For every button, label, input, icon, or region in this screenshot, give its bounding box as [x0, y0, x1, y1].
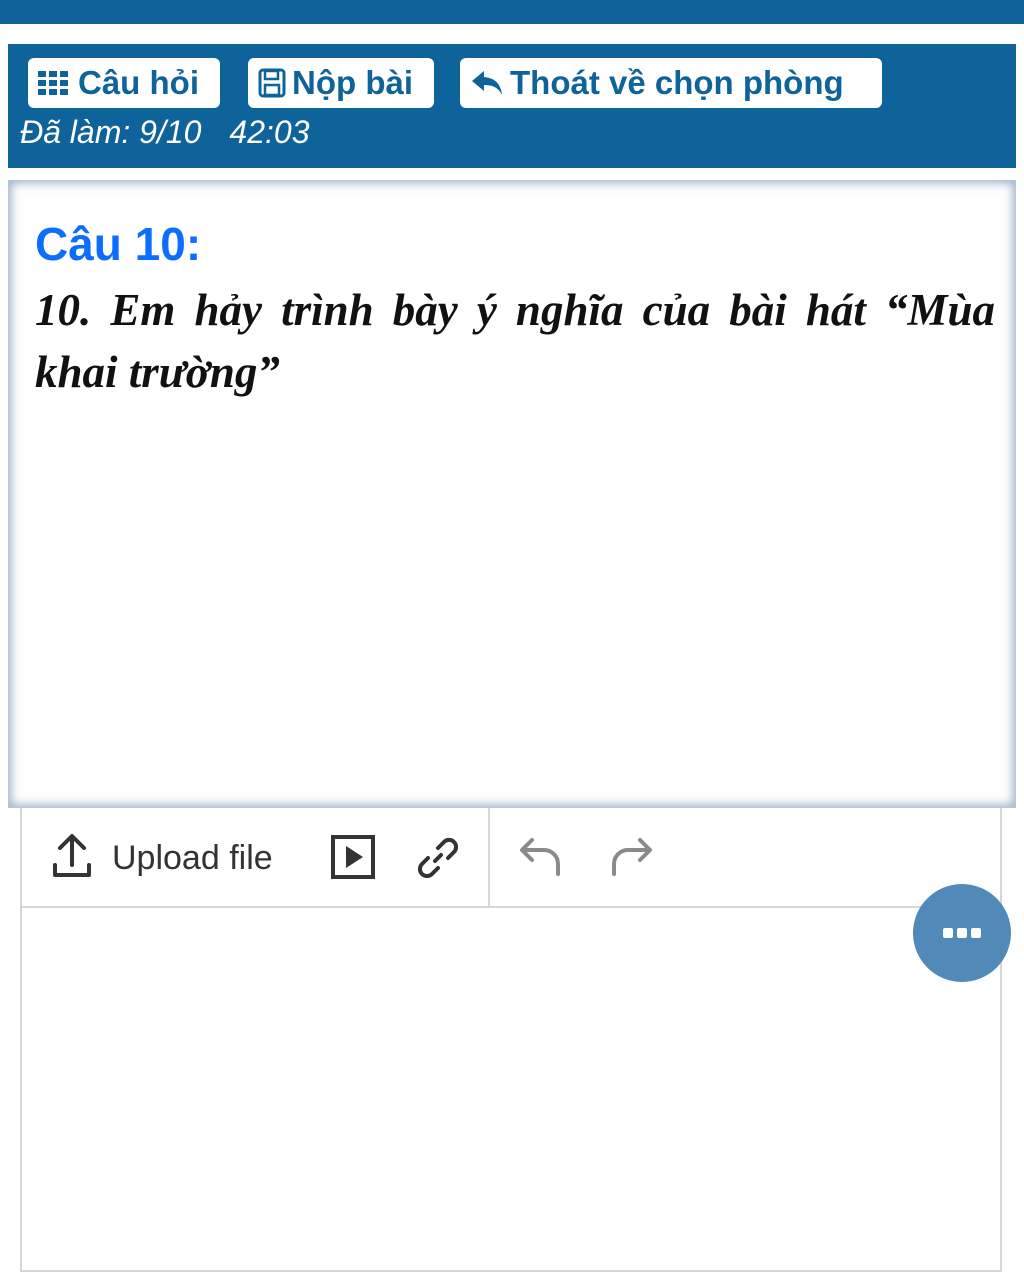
- questions-label: Câu hỏi: [78, 64, 199, 101]
- insert-media-button[interactable]: [330, 834, 376, 885]
- questions-button[interactable]: Câu hỏi: [28, 58, 220, 108]
- toolbar-divider: [488, 808, 490, 906]
- exam-header: Câu hỏi Nộp bài Thoát về chọn phòng Đã l…: [8, 44, 1016, 168]
- exam-status: Đã làm: 9/10 42:03: [20, 114, 310, 151]
- link-icon: [414, 834, 462, 887]
- upload-icon: [52, 833, 92, 884]
- question-text: 10. Em hảy trình bày ý nghĩa của bài hát…: [35, 285, 995, 397]
- question-card: Câu 10: 10. Em hảy trình bày ý nghĩa của…: [8, 180, 1016, 808]
- redo-button[interactable]: [608, 834, 654, 885]
- top-bar: [0, 0, 1024, 24]
- media-icon: [330, 834, 376, 885]
- answer-text-area[interactable]: [22, 908, 1000, 1270]
- save-icon: [258, 68, 286, 98]
- more-icon: [941, 928, 983, 938]
- progress-text: Đã làm: 9/10: [20, 114, 202, 150]
- undo-icon: [518, 834, 564, 885]
- undo-button[interactable]: [518, 834, 564, 885]
- answer-editor: Upload file: [20, 808, 1002, 1272]
- question-title: Câu 10:: [35, 218, 202, 270]
- exit-room-button[interactable]: Thoát về chọn phòng: [460, 58, 882, 108]
- submit-label: Nộp bài: [292, 64, 413, 101]
- exit-label: Thoát về chọn phòng: [510, 64, 844, 101]
- reply-icon: [470, 69, 504, 97]
- upload-file-button[interactable]: Upload file: [52, 833, 273, 884]
- upload-label: Upload file: [112, 838, 273, 877]
- submit-button[interactable]: Nộp bài: [248, 58, 434, 108]
- grid-icon: [38, 71, 72, 95]
- timer: 42:03: [229, 114, 310, 150]
- editor-toolbar: Upload file: [22, 808, 1000, 908]
- insert-link-button[interactable]: [414, 834, 462, 887]
- more-options-button[interactable]: [913, 884, 1011, 982]
- redo-icon: [608, 834, 654, 885]
